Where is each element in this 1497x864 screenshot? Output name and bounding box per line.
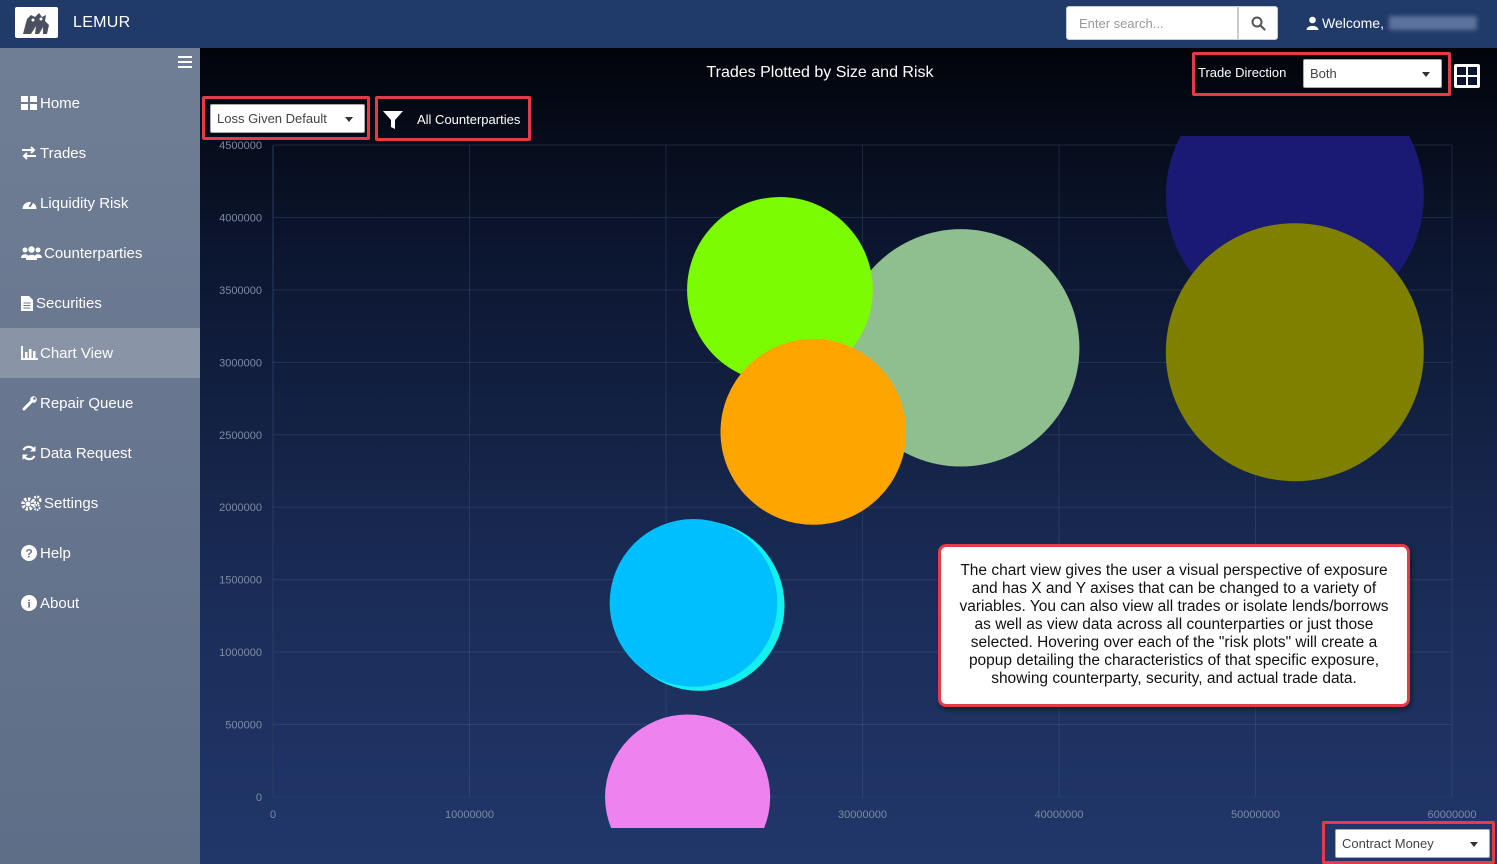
- search-input[interactable]: [1066, 6, 1238, 40]
- y-tick-label: 4000000: [219, 212, 262, 224]
- trade-direction-select[interactable]: Both: [1303, 59, 1442, 88]
- top-bar: LEMUR Welcome,: [0, 0, 1497, 48]
- sidebar-item-liquidity-risk[interactable]: Liquidity Risk: [0, 178, 200, 228]
- sidebar: Home Trades Liquidity Risk Counterpartie…: [0, 48, 200, 864]
- x-tick-label: 10000000: [445, 809, 494, 821]
- sidebar-item-repair-queue[interactable]: Repair Queue: [0, 378, 200, 428]
- y-tick-label: 2000000: [219, 502, 262, 514]
- dashboard-gauge-icon: [20, 195, 38, 211]
- app-title[interactable]: LEMUR: [73, 14, 131, 32]
- risk-plot-bubble[interactable]: [605, 714, 771, 841]
- home-grid-icon: [20, 95, 38, 111]
- chevron-down-icon: [1422, 71, 1430, 77]
- chevron-down-icon: [345, 116, 353, 122]
- bar-chart-icon: [20, 345, 38, 361]
- sidebar-item-label: Help: [40, 544, 71, 562]
- sidebar-item-label: About: [40, 594, 80, 612]
- chart-view-explanation-callout: The chart view gives the user a visual p…: [938, 544, 1410, 707]
- chevron-down-icon: [1470, 841, 1478, 847]
- x-tick-label: 0: [270, 809, 276, 821]
- y-tick-label: 4500000: [219, 140, 262, 152]
- sidebar-item-label: Securities: [36, 294, 102, 312]
- svg-text:?: ?: [25, 547, 32, 561]
- sidebar-item-label: Settings: [44, 494, 99, 512]
- y-tick-label: 500000: [225, 720, 262, 732]
- refresh-icon: [20, 445, 38, 461]
- welcome-label: Welcome,: [1322, 15, 1384, 31]
- wrench-icon: [20, 395, 38, 411]
- callout-text: The chart view gives the user a visual p…: [959, 562, 1389, 687]
- sidebar-item-label: Data Request: [40, 444, 132, 462]
- sidebar-item-label: Counterparties: [44, 244, 143, 262]
- bubble-chart: 0 500000 1000000 1500000 2000000 2500000 30000…: [219, 136, 1477, 841]
- document-icon: [20, 295, 34, 311]
- sidebar-item-securities[interactable]: Securities: [0, 278, 200, 328]
- y-tick-label: 1500000: [219, 575, 262, 587]
- sidebar-item-about[interactable]: i About: [0, 578, 200, 628]
- x-tick-label: 30000000: [838, 809, 887, 821]
- risk-plot-bubble[interactable]: [720, 339, 907, 525]
- counterparty-filter-button[interactable]: All Counterparties: [380, 101, 529, 138]
- sidebar-item-label: Liquidity Risk: [40, 194, 129, 212]
- x-axis-select[interactable]: Contract Money: [1335, 829, 1490, 858]
- sidebar-item-label: Repair Queue: [40, 394, 134, 412]
- lemur-logo-icon[interactable]: [15, 7, 58, 38]
- x-tick-label: 40000000: [1035, 809, 1084, 821]
- sidebar-item-data-request[interactable]: Data Request: [0, 428, 200, 478]
- filter-icon: [383, 110, 403, 129]
- gears-icon: [20, 495, 42, 511]
- y-axis-select[interactable]: Loss Given Default: [210, 104, 365, 133]
- search-button[interactable]: [1238, 6, 1278, 40]
- sidebar-item-counterparties[interactable]: Counterparties: [0, 228, 200, 278]
- user-icon: [1306, 16, 1319, 30]
- sidebar-item-settings[interactable]: Settings: [0, 478, 200, 528]
- y-tick-label: 1000000: [219, 647, 262, 659]
- username-redacted: [1388, 16, 1477, 30]
- question-circle-icon: ?: [20, 545, 38, 561]
- y-tick-label: 3500000: [219, 285, 262, 297]
- filter-label: All Counterparties: [417, 112, 521, 127]
- risk-plot-bubble[interactable]: [1165, 223, 1424, 482]
- sidebar-item-home[interactable]: Home: [0, 78, 200, 128]
- x-axis-select-value: Contract Money: [1342, 836, 1434, 851]
- search-icon: [1251, 16, 1266, 31]
- sidebar-item-label: Chart View: [40, 344, 114, 362]
- trade-direction-value: Both: [1310, 66, 1337, 81]
- risk-plot-bubble[interactable]: [609, 518, 778, 687]
- y-tick-label: 2500000: [219, 430, 262, 442]
- y-axis-select-value: Loss Given Default: [217, 111, 327, 126]
- users-icon: [20, 245, 42, 261]
- user-menu[interactable]: Welcome,: [1306, 15, 1477, 31]
- hamburger-menu-icon[interactable]: [178, 56, 192, 68]
- sidebar-item-label: Trades: [40, 144, 87, 162]
- exchange-icon: [20, 145, 38, 161]
- trade-direction-label: Trade Direction: [1198, 65, 1287, 80]
- x-tick-label: 50000000: [1231, 809, 1280, 821]
- sidebar-item-trades[interactable]: Trades: [0, 128, 200, 178]
- y-tick-label: 0: [256, 792, 262, 804]
- chart-view-main: Trades Plotted by Size and Risk Loss Giv…: [200, 48, 1497, 864]
- y-tick-label: 3000000: [219, 357, 262, 369]
- layout-grid-icon[interactable]: [1454, 64, 1480, 88]
- x-tick-label: 60000000: [1428, 809, 1477, 821]
- sidebar-item-chart-view[interactable]: Chart View: [0, 328, 200, 378]
- sidebar-item-label: Home: [40, 94, 81, 112]
- sidebar-item-help[interactable]: ? Help: [0, 528, 200, 578]
- info-circle-icon: i: [20, 595, 38, 611]
